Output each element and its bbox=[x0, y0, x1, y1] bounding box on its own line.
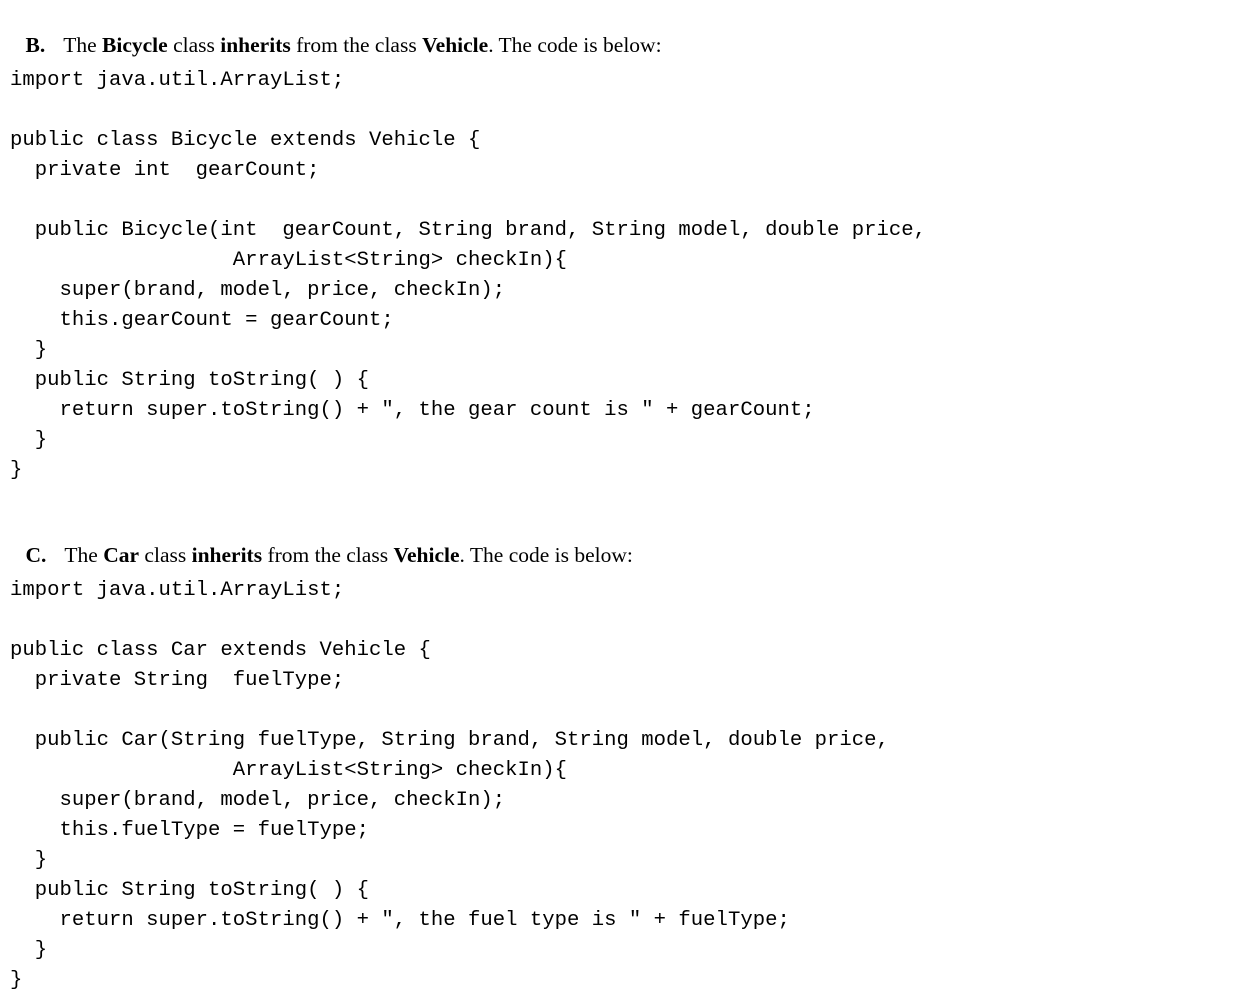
code-line: ArrayList<String> checkIn){ bbox=[10, 249, 568, 272]
heading-run-regular: from the class bbox=[290, 33, 423, 57]
heading-run-regular: class bbox=[167, 33, 221, 57]
code-line: return super.toString() + ", the gear co… bbox=[10, 399, 815, 422]
heading-run-bold: Car bbox=[103, 543, 140, 567]
section-b-label: B. bbox=[25, 33, 46, 57]
heading-run-bold: Bicycle bbox=[102, 33, 168, 57]
code-line: return super.toString() + ", the fuel ty… bbox=[10, 909, 790, 932]
heading-run-regular: . The code is below: bbox=[459, 543, 633, 567]
section-b-code-block: import java.util.ArrayList; public class… bbox=[10, 66, 926, 486]
heading-run-regular: The bbox=[64, 543, 104, 567]
code-line: private int gearCount; bbox=[10, 159, 320, 182]
code-line: public String toString( ) { bbox=[10, 369, 369, 392]
code-line: } bbox=[10, 969, 23, 992]
code-line: public String toString( ) { bbox=[10, 879, 369, 902]
code-line: public class Bicycle extends Vehicle { bbox=[10, 129, 481, 152]
code-line: super(brand, model, price, checkIn); bbox=[10, 279, 506, 302]
code-line: ArrayList<String> checkIn){ bbox=[10, 759, 568, 782]
document-page: B. The Bicycle class inherits from the cl… bbox=[0, 0, 1250, 1007]
code-line: } bbox=[10, 939, 48, 962]
code-line: public Bicycle(int gearCount, String bra… bbox=[10, 219, 926, 242]
heading-run-bold: Vehicle bbox=[422, 33, 489, 57]
code-line: this.gearCount = gearCount; bbox=[10, 309, 394, 332]
code-line: } bbox=[10, 429, 48, 452]
heading-run-bold: inherits bbox=[191, 543, 263, 567]
code-line: import java.util.ArrayList; bbox=[10, 69, 345, 92]
code-line: super(brand, model, price, checkIn); bbox=[10, 789, 506, 812]
section-c-heading-text: The Car class inherits from the class Ve… bbox=[64, 543, 632, 567]
section-c-code-block: import java.util.ArrayList; public class… bbox=[10, 576, 889, 996]
section-c-label: C. bbox=[25, 543, 47, 567]
heading-run-bold: inherits bbox=[220, 33, 291, 57]
code-line: import java.util.ArrayList; bbox=[10, 579, 345, 602]
code-line: public class Car extends Vehicle { bbox=[10, 639, 431, 662]
heading-run-regular: . The code is below: bbox=[488, 33, 662, 57]
code-line: } bbox=[10, 849, 48, 872]
code-line: public Car(String fuelType, String brand… bbox=[10, 729, 889, 752]
heading-run-regular: class bbox=[139, 543, 192, 567]
heading-run-regular: from the class bbox=[262, 543, 394, 567]
code-line: this.fuelType = fuelType; bbox=[10, 819, 369, 842]
code-line: } bbox=[10, 459, 23, 482]
code-line: } bbox=[10, 339, 48, 362]
code-line: private String fuelType; bbox=[10, 669, 345, 692]
heading-run-regular: The bbox=[63, 33, 103, 57]
section-b-heading-text: The Bicycle class inherits from the clas… bbox=[63, 33, 661, 57]
heading-run-bold: Vehicle bbox=[393, 543, 460, 567]
